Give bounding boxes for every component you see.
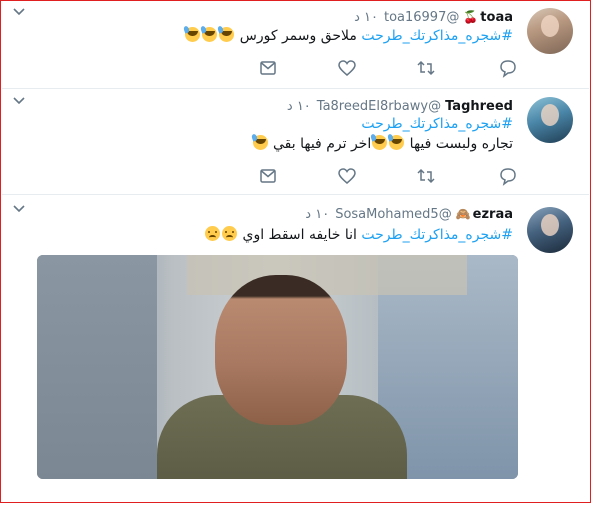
username[interactable]: @Ta8reedEl8rbawy	[317, 99, 441, 114]
avatar[interactable]	[527, 8, 573, 54]
hashtag-link[interactable]: #شجره_مذاكرتك_طرحت	[361, 227, 513, 243]
reply-icon[interactable]	[498, 58, 518, 78]
smiling-face-with-sweat-icon	[185, 27, 201, 42]
hashtag-link[interactable]: #شجره_مذاكرتك_طرحت	[361, 116, 513, 132]
hashtag-link[interactable]: #شجره_مذاكرتك_طرحت	[361, 28, 513, 44]
timestamp[interactable]: ١٠ د	[287, 99, 311, 114]
smiling-face-with-sweat-icon	[202, 27, 218, 42]
tweet-body: ملاحق وسمر كورس	[239, 28, 357, 44]
cherries-icon: 🍒	[463, 10, 479, 24]
chevron-down-icon[interactable]	[12, 203, 26, 215]
timestamp[interactable]: ١٠ د	[305, 207, 329, 222]
display-name[interactable]: toaa	[480, 10, 513, 25]
tweet-text: #شجره_مذاكرتك_طرحت انا خايفه اسقط اوي	[204, 225, 513, 245]
tweet[interactable]: toaa 🍒 @toa16997 ١٠ د #شجره_مذاكرتك_طرحت…	[0, 0, 591, 89]
chevron-down-icon[interactable]	[12, 6, 26, 18]
chevron-down-icon[interactable]	[12, 95, 26, 107]
tweet-actions	[0, 58, 591, 78]
tweet-actions	[0, 166, 591, 186]
direct-message-icon[interactable]	[258, 166, 278, 186]
reply-icon[interactable]	[498, 166, 518, 186]
retweet-icon[interactable]	[416, 166, 436, 186]
smiling-face-with-sweat-icon	[252, 135, 268, 150]
like-heart-icon[interactable]	[337, 166, 357, 186]
avatar[interactable]	[527, 97, 573, 143]
disappointed-face-icon	[205, 226, 221, 241]
smiling-face-with-sweat-icon	[219, 27, 235, 42]
retweet-icon[interactable]	[416, 58, 436, 78]
username[interactable]: @SosaMohamed5	[335, 207, 452, 222]
tweet-header: ezraa 🙈 @SosaMohamed5 ١٠ د	[305, 205, 513, 223]
tweet-text-line: #شجره_مذاكرتك_طرحت	[361, 114, 513, 134]
tweet-body: اخر ترم فيها بقي	[273, 136, 372, 152]
tweet[interactable]: Taghreed @Ta8reedEl8rbawy ١٠ د #شجره_مذا…	[0, 89, 591, 195]
tweet[interactable]: ezraa 🙈 @SosaMohamed5 ١٠ د #شجره_مذاكرتك…	[0, 195, 591, 505]
tweet-body: انا خايفه اسقط اوي	[242, 227, 357, 243]
tweet-header: toaa 🍒 @toa16997 ١٠ د	[354, 8, 513, 26]
tweet-media-image[interactable]	[37, 255, 518, 479]
disappointed-face-icon	[222, 226, 238, 241]
timestamp[interactable]: ١٠ د	[354, 10, 378, 25]
see-no-evil-monkey-icon: 🙈	[455, 207, 471, 221]
media-background	[187, 255, 467, 295]
like-heart-icon[interactable]	[337, 58, 357, 78]
tweet-header: Taghreed @Ta8reedEl8rbawy ١٠ د	[287, 97, 513, 115]
smiling-face-with-sweat-icon	[389, 135, 405, 150]
media-background	[37, 255, 157, 479]
tweet-text-line: تجاره ولبست فيها اخر ترم فيها بقي	[252, 134, 513, 154]
display-name[interactable]: Taghreed	[445, 99, 513, 114]
avatar[interactable]	[527, 207, 573, 253]
tweet-body: تجاره ولبست فيها	[409, 136, 513, 152]
display-name[interactable]: ezraa	[473, 207, 513, 222]
username[interactable]: @toa16997	[384, 10, 459, 25]
tweet-text: #شجره_مذاكرتك_طرحت ملاحق وسمر كورس	[184, 26, 513, 46]
media-subject-face	[215, 275, 347, 425]
smiling-face-with-sweat-icon	[372, 135, 388, 150]
direct-message-icon[interactable]	[258, 58, 278, 78]
